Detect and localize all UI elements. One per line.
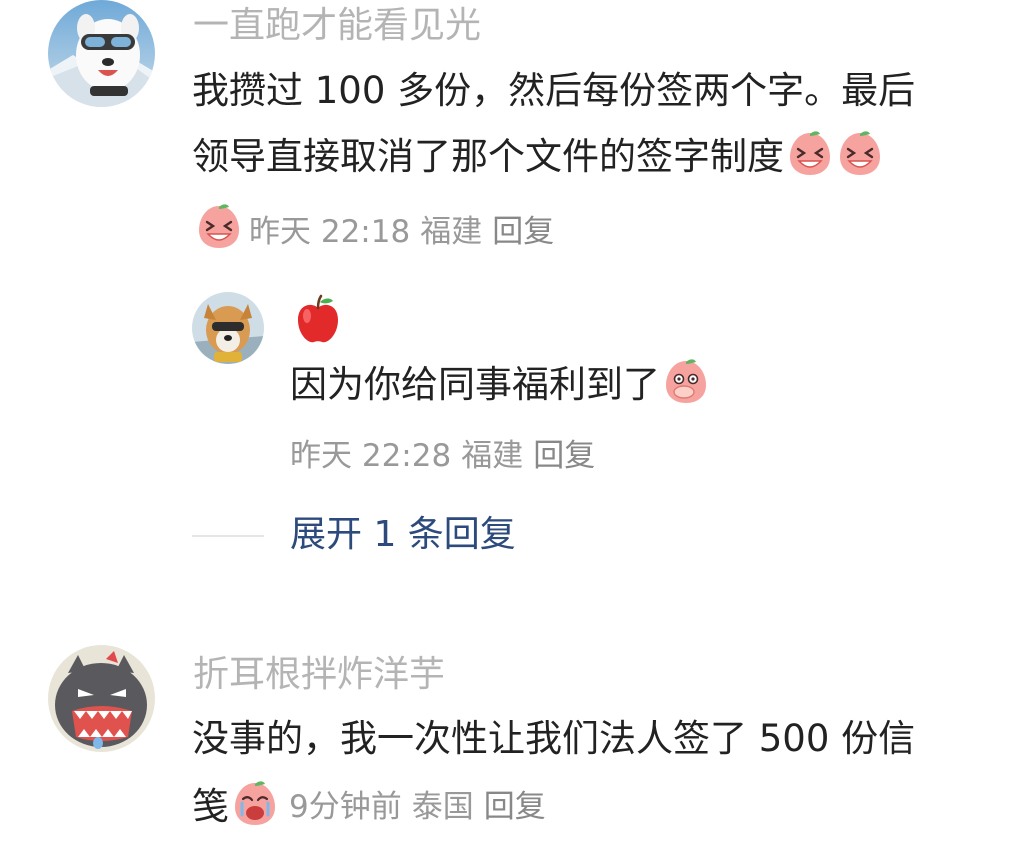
reply-text: 因为你给同事福利到了 [290, 352, 710, 418]
laughing-peach-emoji-icon [195, 202, 243, 250]
covering-mouth-peach-emoji-icon [662, 357, 710, 405]
comment-meta: 昨天 22:18 福建 回复 [195, 202, 554, 254]
comment-text: 我攒过 100 多份，然后每份签两个字。最后 领导直接取消了那个文件的签字制度 [192, 58, 915, 190]
comment-text-tail: 笺 9分钟前 泰国 回复 [192, 774, 546, 840]
comment-location: 泰国 [411, 789, 474, 825]
comment-text-line-content: 笺 [192, 785, 229, 828]
reply-button[interactable]: 回复 [484, 789, 546, 825]
reply-time: 昨天 22:28 [290, 438, 452, 474]
apple-badge-icon [292, 294, 344, 346]
reply-user-avatar[interactable] [192, 292, 264, 364]
comment-text-line: 我攒过 100 多份，然后每份签两个字。最后 [192, 69, 916, 112]
comment-location: 福建 [420, 214, 483, 250]
corgi-with-sunglasses-avatar-icon [192, 292, 264, 364]
reply-button[interactable]: 回复 [533, 438, 595, 474]
expand-replies-link[interactable]: 展开 1 条回复 [290, 513, 516, 557]
comment-text-line: 笺 9分钟前 泰国 回复 [192, 774, 546, 840]
user-avatar[interactable] [48, 645, 155, 752]
comment-text-line: 没事的，我一次性让我们法人签了 500 份信 [192, 717, 916, 760]
username[interactable]: 折耳根拌炸洋芋 [193, 655, 445, 695]
reply-meta: 昨天 22:28 福建 回复 [290, 434, 595, 478]
comment-time: 9分钟前 [289, 789, 402, 825]
comment-text: 没事的，我一次性让我们法人签了 500 份信 [192, 706, 915, 772]
user-avatar[interactable] [48, 0, 155, 107]
reply-button[interactable]: 回复 [492, 214, 554, 250]
reply-location: 福建 [461, 438, 524, 474]
username[interactable]: 一直跑才能看见光 [193, 6, 481, 46]
west-highland-terrier-avatar-icon [48, 0, 155, 107]
reply-text-line: 因为你给同事福利到了 [290, 352, 710, 418]
reply-text-content: 因为你给同事福利到了 [290, 363, 660, 406]
laughing-peach-emoji-icon [836, 129, 884, 177]
comment-meta: 9分钟前 泰国 回复 [289, 789, 546, 825]
comment-text-line-content: 领导直接取消了那个文件的签字制度 [192, 135, 784, 178]
expand-divider [192, 535, 264, 537]
crying-peach-emoji-icon [231, 779, 279, 827]
laughing-peach-emoji-icon [786, 129, 834, 177]
comment-time: 昨天 22:18 [249, 214, 411, 250]
angry-gray-monster-avatar-icon [48, 645, 155, 752]
comment-text-line: 领导直接取消了那个文件的签字制度 [192, 124, 915, 190]
